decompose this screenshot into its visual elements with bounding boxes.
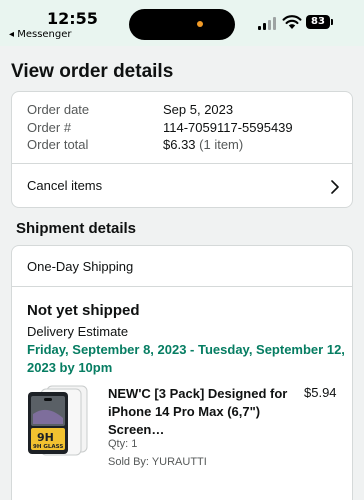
dynamic-island xyxy=(129,9,235,40)
thumbnail-label: 9H GLASS xyxy=(33,444,63,450)
order-date-label: Order date xyxy=(27,102,90,117)
wifi-icon xyxy=(282,15,302,29)
order-number-value: 114-7059117-5595439 xyxy=(163,120,293,135)
cellular-signal-icon xyxy=(258,17,278,30)
product-quantity: Qty: 1 xyxy=(108,438,138,450)
battery-icon: 83 xyxy=(306,15,330,29)
chevron-right-icon xyxy=(331,180,339,194)
order-total-label: Order total xyxy=(27,137,89,152)
svg-text:9H: 9H xyxy=(37,431,54,444)
shipment-card: One-Day Shipping Not yet shipped Deliver… xyxy=(11,245,353,500)
order-summary-card: Order date Sep 5, 2023 Order # 114-70591… xyxy=(11,91,353,208)
product-seller: Sold By: YURAUTTI xyxy=(108,456,207,468)
page-title: View order details xyxy=(11,61,174,82)
cancel-items-row[interactable]: Cancel items xyxy=(12,164,352,208)
product-price: $5.94 xyxy=(304,385,337,400)
delivery-estimate-label: Delivery Estimate xyxy=(27,324,129,339)
order-total-value: $6.33 (1 item) xyxy=(163,137,243,152)
shipment-details-heading: Shipment details xyxy=(16,220,137,237)
back-to-messenger-link[interactable]: ◂ Messenger xyxy=(9,29,72,40)
product-thumbnail[interactable]: 9H 9H GLASS xyxy=(27,384,91,456)
divider xyxy=(12,286,352,287)
shipment-status: Not yet shipped xyxy=(27,302,140,319)
order-number-label: Order # xyxy=(27,120,72,135)
order-total-amount: $6.33 xyxy=(163,137,196,152)
shipping-method: One-Day Shipping xyxy=(27,259,134,274)
cancel-items-label: Cancel items xyxy=(27,178,103,193)
order-item-count: (1 item) xyxy=(195,137,244,152)
delivery-date-range: Friday, September 8, 2023 - Tuesday, Sep… xyxy=(27,342,345,375)
product-title-link[interactable]: NEW'C [3 Pack] Designed for iPhone 14 Pr… xyxy=(108,385,288,439)
status-time: 12:55 xyxy=(47,9,98,28)
battery-tip xyxy=(331,19,333,25)
status-bar: 12:55 ◂ Messenger 83 xyxy=(0,0,364,46)
order-date-value: Sep 5, 2023 xyxy=(163,102,234,117)
